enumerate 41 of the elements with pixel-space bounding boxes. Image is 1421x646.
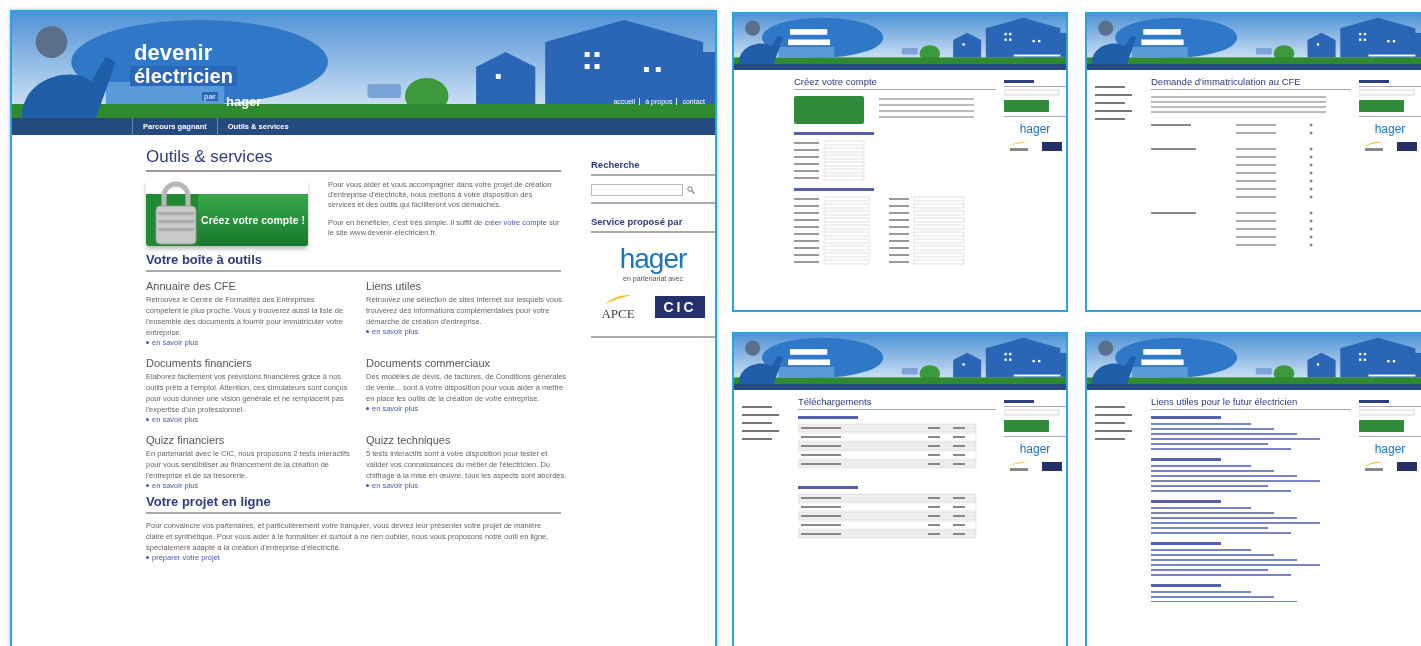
padlock-icon xyxy=(154,180,198,246)
bullet-icon xyxy=(146,556,149,559)
page-title: Liens utiles pour le futur électricien xyxy=(1151,396,1351,410)
tool-title: Quizz financiers xyxy=(146,434,226,446)
sidebar-heading: Service proposé par xyxy=(591,204,715,233)
sidebar-heading: Recherche xyxy=(591,147,715,176)
sidebar-drawing xyxy=(1359,78,1421,118)
tool-title: Documents commerciaux xyxy=(366,357,492,369)
bullet-icon xyxy=(146,484,149,487)
page-title: Demande d'immatriculation au CFE xyxy=(1151,76,1351,90)
page-title: Créez votre compte xyxy=(794,76,996,90)
bullet-icon xyxy=(366,484,369,487)
tool-title: Quizz techniques xyxy=(366,434,452,446)
brand-logo: hager xyxy=(1018,122,1052,136)
section-heading: Votre boîte à outils xyxy=(146,252,561,272)
bullet-icon xyxy=(146,341,149,344)
logo-text: devenir xyxy=(134,42,213,64)
section-heading: Votre projet en ligne xyxy=(146,494,561,514)
partner-logo: CIC xyxy=(655,296,705,318)
partner-logo: APCE xyxy=(601,306,635,322)
bullet-icon xyxy=(146,418,149,421)
create-account-button[interactable]: Créez votre compte ! xyxy=(198,194,308,246)
tool-title: Liens utiles xyxy=(366,280,423,292)
brand-logo: hager xyxy=(226,94,262,109)
page-title: Outils & services xyxy=(146,147,561,172)
logo-text: électricien xyxy=(130,66,237,86)
page-title: Téléchargements xyxy=(798,396,996,410)
logo-text: par xyxy=(202,92,218,101)
sidebar-drawing xyxy=(1004,78,1066,118)
tool-title: Documents financiers xyxy=(146,357,253,369)
search-icon[interactable] xyxy=(687,186,695,194)
bullet-icon xyxy=(366,330,369,333)
tool-title: Annuaire des CFE xyxy=(146,280,237,292)
sidebar-drawing xyxy=(1004,398,1066,438)
search-field[interactable] xyxy=(591,184,683,196)
bullet-icon xyxy=(366,407,369,410)
sidebar-drawing xyxy=(1359,398,1421,438)
brand-logo: hager xyxy=(618,243,688,275)
brand-logo: hager xyxy=(1373,122,1407,136)
brand-logo: hager xyxy=(1018,442,1052,456)
brand-logo: hager xyxy=(1373,442,1407,456)
